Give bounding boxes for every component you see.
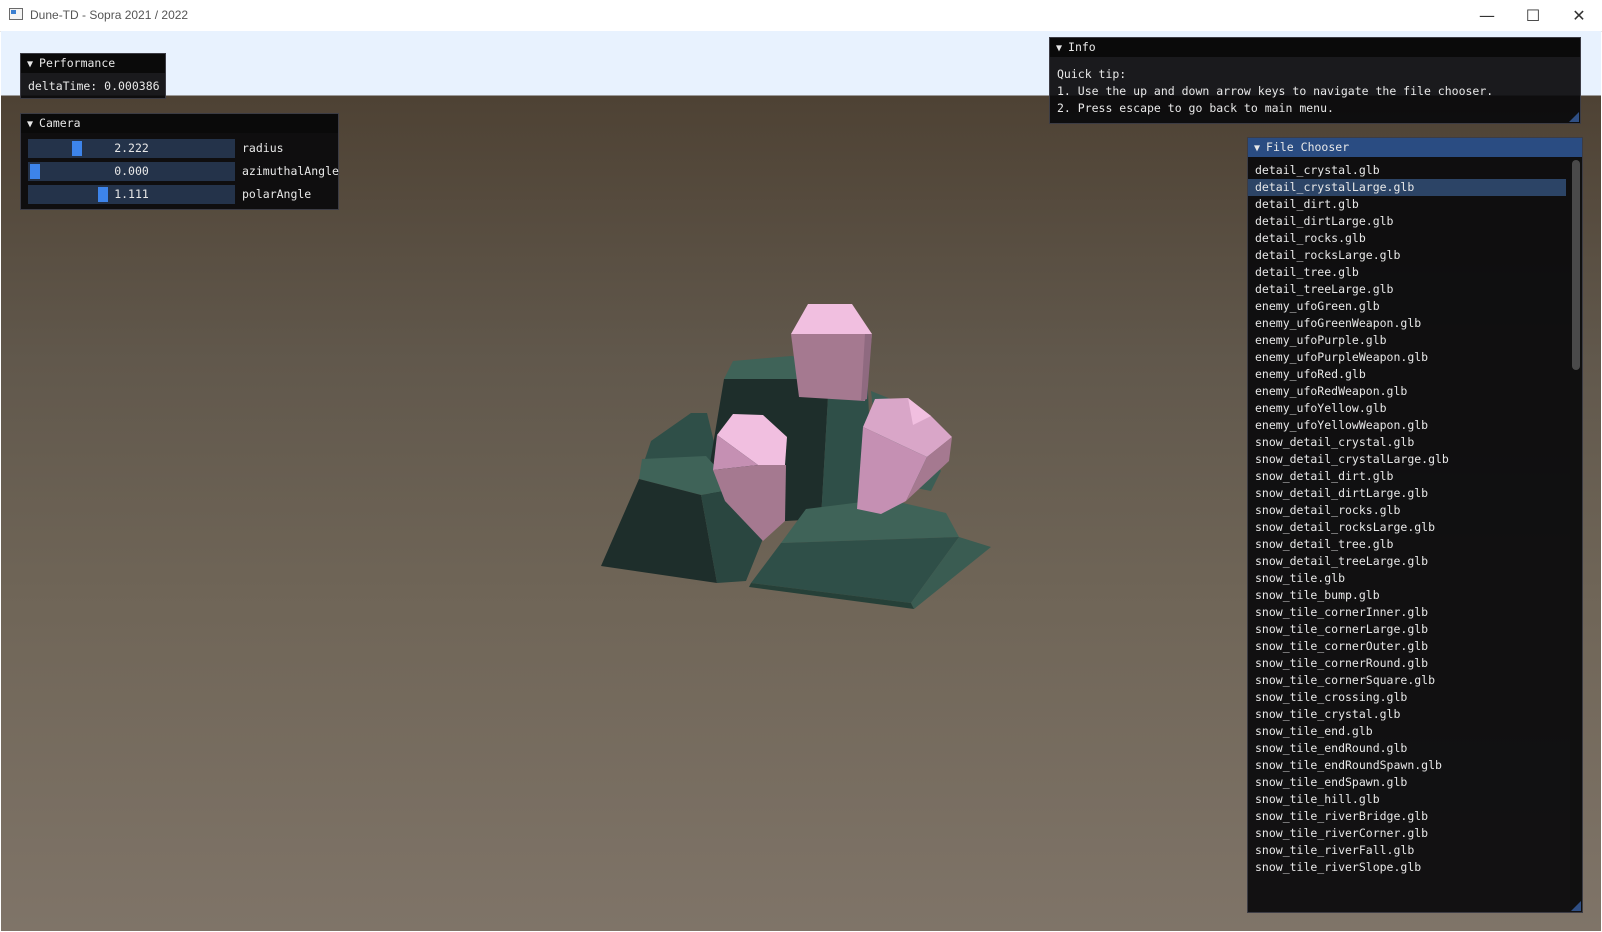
maximize-button[interactable]: ☐ — [1510, 0, 1556, 31]
slider-value: 1.111 — [114, 187, 149, 201]
app-window-icon — [9, 8, 23, 20]
file-list-item[interactable]: enemy_ufoPurpleWeapon.glb — [1248, 349, 1566, 366]
file-list[interactable]: detail_crystal.glb detail_crystalLarge.gl… — [1248, 162, 1566, 910]
file-list-item[interactable]: snow_tile_end.glb — [1248, 723, 1566, 740]
file-list-item[interactable]: snow_detail_dirt.glb — [1248, 468, 1566, 485]
file-list-item[interactable]: snow_detail_dirtLarge.glb — [1248, 485, 1566, 502]
resize-grip-icon[interactable] — [1571, 901, 1581, 911]
file-list-item[interactable]: detail_rocksLarge.glb — [1248, 247, 1566, 264]
delta-time-readout: deltaTime: 0.000386 — [28, 79, 160, 93]
file-chooser-panel: ▼ File Chooser detail_crystal.glb detail_c… — [1247, 137, 1583, 913]
info-line: Quick tip: — [1057, 67, 1127, 81]
file-list-item[interactable]: snow_tile.glb — [1248, 570, 1566, 587]
file-list-item[interactable]: snow_tile_cornerRound.glb — [1248, 655, 1566, 672]
file-list-item[interactable]: snow_detail_treeLarge.glb — [1248, 553, 1566, 570]
window-title: Dune-TD - Sopra 2021 / 2022 — [30, 8, 189, 22]
info-title: Info — [1068, 40, 1096, 54]
file-list-item[interactable]: snow_tile_endSpawn.glb — [1248, 774, 1566, 791]
slider-value: 2.222 — [114, 141, 149, 155]
file-list-item[interactable]: snow_tile_cornerLarge.glb — [1248, 621, 1566, 638]
file-chooser-panel-header[interactable]: ▼ File Chooser — [1248, 138, 1582, 157]
file-list-item[interactable]: snow_tile_riverSlope.glb — [1248, 859, 1566, 876]
file-list-item[interactable]: detail_rocks.glb — [1248, 230, 1566, 247]
resize-grip-icon[interactable] — [1569, 112, 1579, 122]
file-list-scrollbar[interactable] — [1570, 158, 1582, 910]
info-line: 2. Press escape to go back to main menu. — [1057, 101, 1334, 115]
file-list-item[interactable]: snow_tile_endRound.glb — [1248, 740, 1566, 757]
file-list-item[interactable]: detail_tree.glb — [1248, 264, 1566, 281]
file-list-item[interactable]: snow_tile_hill.glb — [1248, 791, 1566, 808]
file-list-item[interactable]: enemy_ufoYellowWeapon.glb — [1248, 417, 1566, 434]
info-line: 1. Use the up and down arrow keys to nav… — [1057, 84, 1494, 98]
camera-panel: ▼ Camera 2.222 radius 0.000 azimuthalAngl… — [20, 113, 339, 210]
slider-value: 0.000 — [114, 164, 149, 178]
file-list-item[interactable]: snow_tile_endRoundSpawn.glb — [1248, 757, 1566, 774]
scrollbar-thumb[interactable] — [1572, 160, 1580, 370]
info-panel: ▼ Info Quick tip: 1. Use the up and down … — [1049, 37, 1581, 124]
slider-label: azimuthalAngle — [242, 164, 339, 178]
window-titlebar: Dune-TD - Sopra 2021 / 2022 — ☐ ✕ — [0, 0, 1602, 32]
file-list-item[interactable]: snow_tile_riverCorner.glb — [1248, 825, 1566, 842]
file-list-item[interactable]: snow_detail_rocksLarge.glb — [1248, 519, 1566, 536]
file-list-item[interactable]: snow_tile_cornerSquare.glb — [1248, 672, 1566, 689]
file-list-item[interactable]: snow_tile_cornerInner.glb — [1248, 604, 1566, 621]
file-list-item[interactable]: snow_tile_riverFall.glb — [1248, 842, 1566, 859]
collapse-arrow-icon[interactable]: ▼ — [27, 59, 33, 70]
collapse-arrow-icon[interactable]: ▼ — [1254, 143, 1260, 154]
file-list-item[interactable]: detail_treeLarge.glb — [1248, 281, 1566, 298]
file-list-item[interactable]: snow_detail_crystalLarge.glb — [1248, 451, 1566, 468]
file-list-item[interactable]: detail_crystalLarge.glb — [1248, 179, 1566, 196]
performance-panel-header[interactable]: ▼ Performance — [21, 54, 165, 73]
file-list-item[interactable]: enemy_ufoRed.glb — [1248, 366, 1566, 383]
minimize-button[interactable]: — — [1464, 0, 1510, 31]
file-list-item[interactable]: detail_crystal.glb — [1248, 162, 1566, 179]
file-list-item[interactable]: snow_detail_crystal.glb — [1248, 434, 1566, 451]
info-panel-header[interactable]: ▼ Info — [1050, 38, 1580, 57]
file-chooser-title: File Chooser — [1266, 140, 1350, 154]
performance-title: Performance — [39, 56, 116, 70]
file-list-item[interactable]: enemy_ufoGreenWeapon.glb — [1248, 315, 1566, 332]
render-viewport[interactable]: ▼ Performance deltaTime: 0.000386 ▼ Camera… — [1, 31, 1601, 931]
file-list-item[interactable]: enemy_ufoGreen.glb — [1248, 298, 1566, 315]
camera-title: Camera — [39, 116, 81, 130]
file-list-item[interactable]: snow_tile_crossing.glb — [1248, 689, 1566, 706]
file-list-item[interactable]: snow_detail_tree.glb — [1248, 536, 1566, 553]
file-list-item[interactable]: enemy_ufoRedWeapon.glb — [1248, 383, 1566, 400]
collapse-arrow-icon[interactable]: ▼ — [27, 119, 33, 130]
slider-label: polarAngle — [242, 187, 312, 201]
file-list-item[interactable]: snow_tile_crystal.glb — [1248, 706, 1566, 723]
file-list-item[interactable]: enemy_ufoYellow.glb — [1248, 400, 1566, 417]
file-list-item[interactable]: snow_tile_riverBridge.glb — [1248, 808, 1566, 825]
camera-panel-header[interactable]: ▼ Camera — [21, 114, 338, 133]
slider-label: radius — [242, 141, 284, 155]
file-list-item[interactable]: snow_tile_cornerOuter.glb — [1248, 638, 1566, 655]
file-list-item[interactable]: detail_dirtLarge.glb — [1248, 213, 1566, 230]
performance-panel: ▼ Performance deltaTime: 0.000386 — [20, 53, 166, 99]
collapse-arrow-icon[interactable]: ▼ — [1056, 43, 1062, 54]
file-list-item[interactable]: detail_dirt.glb — [1248, 196, 1566, 213]
file-list-item[interactable]: snow_tile_bump.glb — [1248, 587, 1566, 604]
file-list-item[interactable]: enemy_ufoPurple.glb — [1248, 332, 1566, 349]
close-button[interactable]: ✕ — [1556, 0, 1602, 31]
file-list-item[interactable]: snow_detail_rocks.glb — [1248, 502, 1566, 519]
